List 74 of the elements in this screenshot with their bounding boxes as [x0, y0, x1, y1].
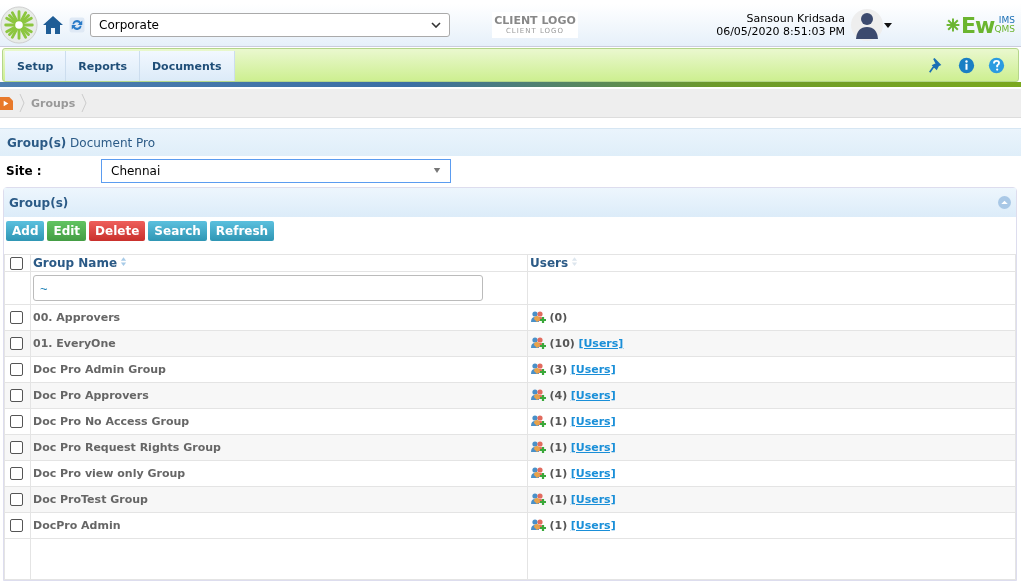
add-users-icon[interactable]: [530, 439, 546, 456]
group-name: 01. EveryOne: [33, 337, 116, 350]
users-link[interactable]: [Users]: [570, 440, 616, 454]
menu-tab[interactable]: Documents: [139, 51, 235, 81]
user-avatar-icon[interactable]: [851, 8, 894, 42]
add-users-icon[interactable]: [530, 387, 546, 404]
refresh-icon[interactable]: [68, 16, 86, 34]
date-time: 06/05/2020 8:51:03 PM: [716, 25, 846, 38]
organization-select[interactable]: Corporate: [90, 13, 450, 37]
user-count: (1): [549, 518, 568, 532]
user-count: (0): [549, 310, 568, 324]
document-icon[interactable]: [0, 95, 13, 111]
filter-field[interactable]: ~: [33, 275, 483, 301]
page-title: Group(s) Document Pro: [7, 135, 156, 150]
chevron-icon: [81, 93, 88, 113]
group-name: DocPro Admin: [33, 519, 121, 532]
group-name: Doc Pro Admin Group: [33, 363, 166, 376]
toolbar-button[interactable]: Delete: [89, 221, 146, 241]
user-count: (10): [549, 336, 575, 350]
group-name: Doc Pro view only Group: [33, 467, 186, 480]
chevron-icon: [19, 93, 25, 113]
add-users-icon[interactable]: [530, 361, 546, 378]
toolbar-button[interactable]: Search: [148, 221, 207, 241]
dropdown-arrow-icon[interactable]: [433, 168, 441, 173]
panel-title: Group(s): [9, 195, 69, 210]
row-checkbox[interactable]: [10, 519, 23, 533]
add-users-icon[interactable]: [530, 517, 546, 534]
add-users-icon[interactable]: [530, 309, 546, 326]
users-link[interactable]: [Users]: [578, 336, 624, 350]
toolbar-button[interactable]: Refresh: [209, 221, 275, 241]
chevron-down-icon[interactable]: [431, 22, 441, 28]
user-count: (1): [549, 466, 568, 480]
group-name: Doc ProTest Group: [33, 493, 148, 506]
row-checkbox[interactable]: [10, 311, 23, 325]
add-users-icon[interactable]: [530, 335, 546, 352]
group-name: Doc Pro No Access Group: [33, 415, 190, 428]
row-checkbox[interactable]: [10, 363, 23, 377]
add-users-icon[interactable]: [530, 491, 546, 508]
column-header[interactable]: Group Name: [33, 256, 118, 270]
row-checkbox[interactable]: [10, 415, 23, 429]
row-checkbox[interactable]: [10, 389, 23, 403]
breadcrumb-item[interactable]: Groups: [31, 96, 76, 110]
users-link[interactable]: [Users]: [570, 492, 616, 506]
toolbar-button[interactable]: Edit: [47, 221, 87, 241]
user-count: (1): [549, 492, 568, 506]
user-count: (4): [549, 388, 568, 402]
users-link[interactable]: [Users]: [570, 466, 616, 480]
row-checkbox[interactable]: [10, 441, 23, 455]
users-link[interactable]: [Users]: [570, 518, 616, 532]
row-checkbox[interactable]: [10, 467, 23, 481]
column-header[interactable]: Users: [530, 256, 569, 270]
toolbar-button[interactable]: Add: [6, 221, 45, 241]
site-select[interactable]: Chennai: [101, 158, 451, 183]
group-name: Doc Pro Request Rights Group: [33, 441, 221, 454]
user-name: Sansoun Kridsada: [746, 12, 846, 25]
user-count: (1): [549, 414, 568, 428]
user-count: (3): [549, 362, 568, 376]
help-icon[interactable]: [988, 56, 1005, 74]
user-count: (1): [549, 440, 568, 454]
info-icon[interactable]: [958, 56, 975, 74]
group-name: 00. Approvers: [33, 311, 121, 324]
add-users-icon[interactable]: [530, 465, 546, 482]
group-name: Doc Pro Approvers: [33, 389, 149, 402]
menu-tab[interactable]: Setup: [5, 51, 67, 81]
home-icon[interactable]: [41, 13, 65, 37]
select-all-checkbox[interactable]: [10, 256, 23, 270]
row-checkbox[interactable]: [10, 337, 23, 351]
add-users-icon[interactable]: [530, 413, 546, 430]
row-checkbox[interactable]: [10, 493, 23, 507]
menu-tab[interactable]: Reports: [66, 51, 140, 81]
users-link[interactable]: [Users]: [570, 388, 616, 402]
users-link[interactable]: [Users]: [570, 362, 616, 376]
site-label: Site :: [6, 163, 43, 178]
users-link[interactable]: [Users]: [570, 414, 616, 428]
